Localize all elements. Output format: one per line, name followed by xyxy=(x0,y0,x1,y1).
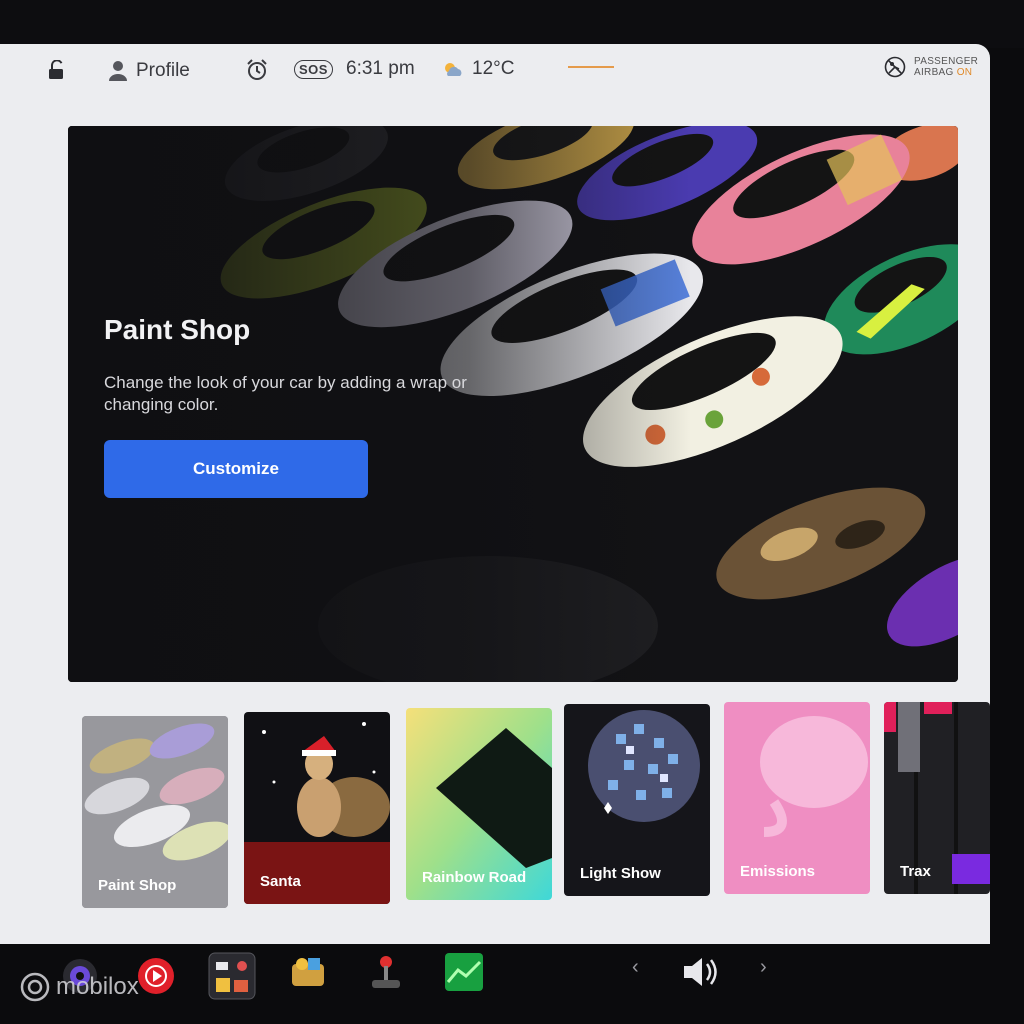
card-label: Rainbow Road xyxy=(422,869,527,886)
card-label: Paint Shop xyxy=(98,877,177,894)
status-bar: Profile SOS 6:31 pm 12°C PASSENGER AIRBA… xyxy=(0,44,990,96)
paint-shop-banner: Paint Shop Change the look of your car b… xyxy=(68,126,958,682)
profile-label: Profile xyxy=(136,60,190,81)
partly-cloudy-icon xyxy=(445,63,462,76)
person-icon xyxy=(109,61,127,81)
card-light-show[interactable]: Light Show xyxy=(564,704,710,896)
youtube-music-icon[interactable] xyxy=(136,956,176,996)
sos-icon: SOS xyxy=(294,60,333,79)
card-santa[interactable]: Santa xyxy=(244,712,390,904)
card-label: Light Show xyxy=(580,865,661,882)
arcade-app-icon[interactable] xyxy=(288,952,328,992)
hero-description: Change the look of your car by adding a … xyxy=(104,373,467,414)
card-label: Trax xyxy=(900,863,931,880)
volume-down-icon[interactable]: ‹ xyxy=(632,956,639,979)
customize-button[interactable]: Customize xyxy=(104,440,368,498)
card-rainbow-road[interactable]: Rainbow Road xyxy=(406,708,552,900)
airbag-off-icon xyxy=(884,56,906,78)
card-label: Emissions xyxy=(740,863,816,880)
weather: 12°C xyxy=(442,58,514,80)
sos-button[interactable]: SOS xyxy=(294,60,333,79)
airbag-state: ON xyxy=(956,67,973,78)
volume-up-icon[interactable]: › xyxy=(760,956,767,979)
feature-carousel: Paint Shop Santa Rainbow Road Light Show… xyxy=(0,702,990,912)
time-display: 6:31 pm xyxy=(346,58,415,79)
toybox-app-icon[interactable] xyxy=(208,952,256,1000)
alarm-button[interactable] xyxy=(246,59,268,81)
taskbar: ‹ › xyxy=(0,944,1024,1024)
airbag-label-line2: AIRBAG xyxy=(914,67,954,78)
screen-bezel xyxy=(0,0,1024,48)
unlock-icon[interactable] xyxy=(48,60,66,80)
passenger-airbag-indicator: PASSENGER AIRBAG ON xyxy=(884,56,978,78)
alarm-clock-icon xyxy=(247,59,267,80)
card-label: Santa xyxy=(260,873,301,890)
temperature-display: 12°C xyxy=(472,58,515,79)
clock: 6:31 pm xyxy=(346,58,415,80)
card-emissions[interactable]: Emissions xyxy=(724,702,870,894)
airbag-label-line1: PASSENGER xyxy=(914,56,979,67)
watermark-logo-icon xyxy=(20,972,50,1002)
card-paint-shop[interactable]: Paint Shop xyxy=(82,716,228,908)
profile-button[interactable]: Profile xyxy=(108,60,190,82)
joystick-icon[interactable] xyxy=(366,952,406,992)
stocks-chart-icon[interactable] xyxy=(444,952,484,992)
watermark-text: mobilox xyxy=(56,973,139,1000)
hero-title: Paint Shop xyxy=(104,314,251,345)
card-trax[interactable]: Trax xyxy=(884,702,990,894)
status-accent-line xyxy=(568,66,614,68)
speaker-icon[interactable] xyxy=(680,954,720,990)
touchscreen: Profile SOS 6:31 pm 12°C PASSENGER AIRBA… xyxy=(0,44,990,944)
watermark: mobilox xyxy=(20,972,139,1002)
